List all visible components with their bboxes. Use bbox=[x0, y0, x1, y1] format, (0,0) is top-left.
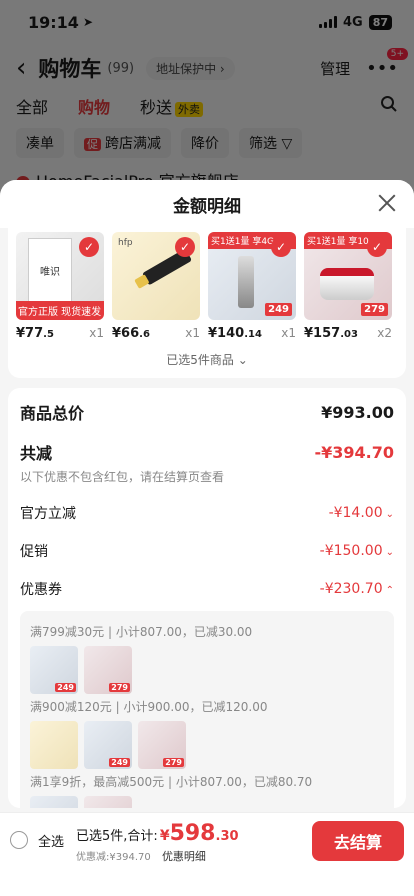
discount-line: 优惠减:¥394.70 优惠明细 bbox=[76, 848, 239, 864]
coupon-row[interactable]: 优惠券 -¥230.70 ⌃ bbox=[20, 579, 394, 599]
product-thumbnail: hfp ✓ bbox=[112, 232, 200, 320]
product-price: ¥77.5 bbox=[16, 326, 54, 341]
reduce-label: 共减 bbox=[20, 444, 53, 463]
chevron-down-icon: ⌄ bbox=[385, 509, 394, 520]
mini-product-thumb: 249 bbox=[84, 721, 132, 769]
product-thumbnail: 买1送1量 享4G ✓ 249 bbox=[208, 232, 296, 320]
amount-detail-sheet: 金额明细 唯识 ✓ 官方正版 现货速发 ¥77.5 x1 hfp ✓ ¥66.6 x… bbox=[0, 180, 414, 896]
price-badge: 279 bbox=[109, 683, 130, 692]
cream-jar-image bbox=[320, 268, 374, 300]
product-qty: x1 bbox=[89, 326, 104, 340]
checkout-bar: 全选 已选5件,合计: ¥ 598 .30 优惠减:¥394.70 优惠明细 去… bbox=[0, 812, 414, 896]
product-item[interactable]: 唯识 ✓ 官方正版 现货速发 ¥77.5 x1 bbox=[16, 232, 104, 341]
coupon-thumbs bbox=[30, 796, 384, 808]
product-qty: x1 bbox=[281, 326, 296, 340]
chevron-up-icon: ⌃ bbox=[385, 585, 394, 596]
promotion-value: -¥150.00 ⌄ bbox=[319, 543, 394, 559]
discount-note: 以下优惠不包含红包，请在结算页查看 bbox=[20, 470, 225, 484]
mini-product-thumb bbox=[84, 796, 132, 808]
sum-line: 已选5件,合计: ¥ 598 .30 bbox=[76, 821, 239, 846]
product-price: ¥66.6 bbox=[112, 326, 150, 341]
total-label: 商品总价 bbox=[20, 404, 85, 423]
sum-area: 已选5件,合计: ¥ 598 .30 优惠减:¥394.70 优惠明细 bbox=[76, 821, 239, 864]
mini-product-thumb bbox=[30, 721, 78, 769]
coupon-line: 满799减30元 | 小计807.00，已减30.00 bbox=[30, 625, 253, 639]
price-badge: 279 bbox=[361, 303, 388, 316]
product-qty: x1 bbox=[185, 326, 200, 340]
amount-detail-card: 商品总价 ¥993.00 共减 -¥394.70 以下优惠不包含红包，请在结算页… bbox=[8, 388, 406, 808]
book-cover: 唯识 bbox=[28, 238, 72, 302]
selected-summary: 已选5件,合计: bbox=[76, 829, 158, 844]
coupon-thumbs: 249 279 bbox=[30, 646, 384, 694]
mini-product-thumb: 249 bbox=[30, 646, 78, 694]
checked-icon[interactable]: ✓ bbox=[271, 237, 291, 257]
coupon-value: -¥230.70 ⌃ bbox=[319, 581, 394, 597]
total-value: ¥993.00 bbox=[321, 402, 394, 422]
selected-count-toggle[interactable]: 已选5件商品 ⌄ bbox=[16, 351, 398, 368]
mini-product-thumb: 279 bbox=[84, 646, 132, 694]
sheet-title: 金额明细 bbox=[173, 196, 241, 217]
promotion-label: 促销 bbox=[20, 544, 48, 560]
checked-icon[interactable]: ✓ bbox=[175, 237, 195, 257]
select-all-radio[interactable] bbox=[10, 831, 28, 849]
product-qty: x2 bbox=[377, 326, 392, 340]
coupon-breakdown: 满799减30元 | 小计807.00，已减30.00 249 279 满900… bbox=[20, 611, 394, 808]
total-amount: 598 bbox=[169, 821, 216, 846]
official-discount-value: -¥14.00 ⌄ bbox=[328, 505, 394, 521]
product-ribbon: 官方正版 现货速发 bbox=[16, 301, 104, 320]
coupon-thumbs: 249 279 bbox=[30, 721, 384, 769]
checked-icon[interactable]: ✓ bbox=[79, 237, 99, 257]
chevron-down-icon: ⌄ bbox=[237, 353, 248, 367]
price-badge: 249 bbox=[265, 303, 292, 316]
product-thumbnail: 唯识 ✓ 官方正版 现货速发 bbox=[16, 232, 104, 320]
reduce-value: -¥394.70 bbox=[314, 442, 394, 462]
product-price: ¥140.14 bbox=[208, 326, 262, 341]
product-thumbnail: 买1送1量 享10 ✓ 279 bbox=[304, 232, 392, 320]
brand-label: hfp bbox=[118, 238, 133, 248]
serum-image bbox=[238, 256, 254, 308]
chevron-down-icon: ⌄ bbox=[385, 547, 394, 558]
select-all-label[interactable]: 全选 bbox=[38, 831, 64, 850]
price-badge: 279 bbox=[163, 758, 184, 767]
close-icon[interactable] bbox=[376, 192, 398, 214]
discount-amount: 优惠减:¥394.70 bbox=[76, 852, 151, 863]
product-item[interactable]: 买1送1量 享10 ✓ 279 ¥157.03 x2 bbox=[304, 232, 392, 341]
coupon-line: 满1享9折，最高减500元 | 小计807.00，已减80.70 bbox=[30, 775, 313, 789]
currency-symbol: ¥ bbox=[159, 828, 170, 844]
promotion-row[interactable]: 促销 -¥150.00 ⌄ bbox=[20, 541, 394, 561]
official-discount-row[interactable]: 官方立减 -¥14.00 ⌄ bbox=[20, 503, 394, 523]
product-list: 唯识 ✓ 官方正版 现货速发 ¥77.5 x1 hfp ✓ ¥66.6 x1 买1送… bbox=[16, 232, 398, 341]
product-item[interactable]: 买1送1量 享4G ✓ 249 ¥140.14 x1 bbox=[208, 232, 296, 341]
sheet-header: 金额明细 bbox=[0, 180, 414, 228]
price-badge: 249 bbox=[109, 758, 130, 767]
checkout-button[interactable]: 去结算 bbox=[312, 821, 404, 861]
coupon-label: 优惠券 bbox=[20, 582, 62, 598]
total-row: 商品总价 ¥993.00 bbox=[20, 400, 394, 424]
selected-products-card: 唯识 ✓ 官方正版 现货速发 ¥77.5 x1 hfp ✓ ¥66.6 x1 买1送… bbox=[8, 228, 406, 378]
reduce-row: 共减 -¥394.70 bbox=[20, 440, 394, 464]
coupon-line: 满900减120元 | 小计900.00，已减120.00 bbox=[30, 700, 268, 714]
mini-product-thumb: 279 bbox=[138, 721, 186, 769]
checked-icon[interactable]: ✓ bbox=[367, 237, 387, 257]
discount-detail-link[interactable]: 优惠明细 bbox=[162, 850, 206, 863]
product-price: ¥157.03 bbox=[304, 326, 358, 341]
official-discount-label: 官方立减 bbox=[20, 506, 76, 522]
product-item[interactable]: hfp ✓ ¥66.6 x1 bbox=[112, 232, 200, 341]
total-cents: .30 bbox=[215, 829, 239, 844]
price-badge: 249 bbox=[55, 683, 76, 692]
mini-product-thumb bbox=[30, 796, 78, 808]
